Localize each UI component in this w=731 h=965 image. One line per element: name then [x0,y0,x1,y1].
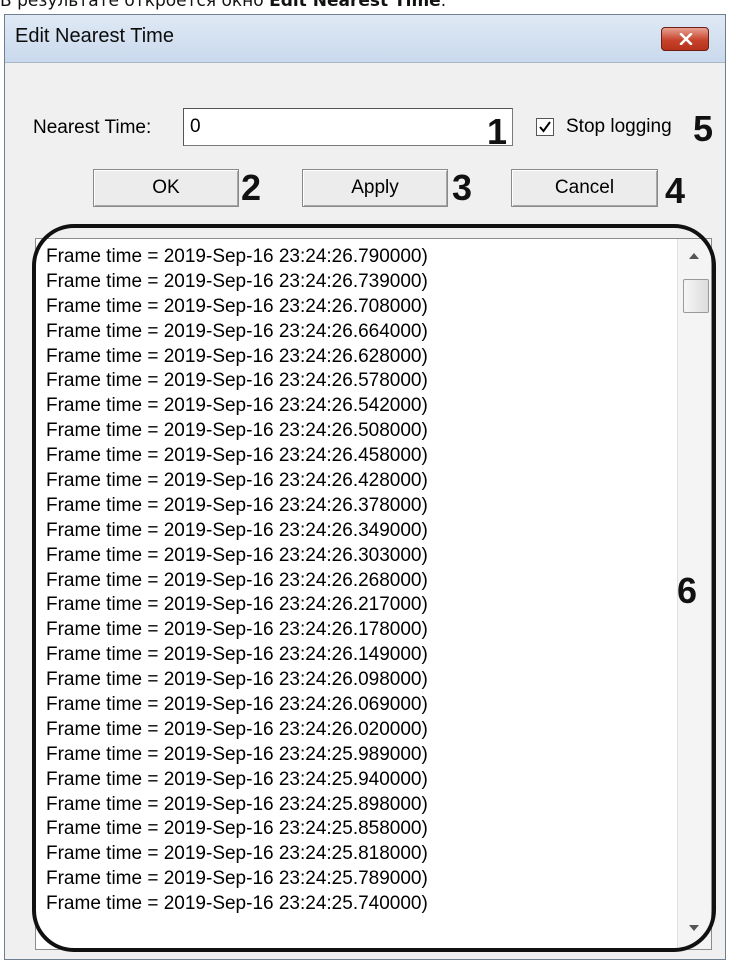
frame-time-log[interactable]: Frame time = 2019-Sep-16 23:24:26.790000… [35,238,712,950]
log-line: Frame time = 2019-Sep-16 23:24:26.708000… [46,295,428,317]
log-line: Frame time = 2019-Sep-16 23:24:26.664000… [46,320,428,342]
document-caption: В результате откроется окно Edit Nearest… [0,0,731,11]
caption-suffix: . [440,0,447,11]
log-line: Frame time = 2019-Sep-16 23:24:25.789000… [46,868,428,890]
log-line: Frame time = 2019-Sep-16 23:24:26.303000… [46,544,428,566]
scrollbar-thumb[interactable] [683,279,709,313]
log-line: Frame time = 2019-Sep-16 23:24:26.578000… [46,370,428,392]
callout-1: 1 [487,111,508,152]
callout-5: 5 [693,108,714,149]
nearest-time-label: Nearest Time: [33,117,152,138]
log-line: Frame time = 2019-Sep-16 23:24:26.069000… [46,694,428,716]
callout-4: 4 [665,170,686,211]
callout-3: 3 [452,167,473,208]
apply-button[interactable]: Apply [302,169,448,207]
close-button[interactable] [661,27,709,51]
log-line: Frame time = 2019-Sep-16 23:24:26.149000… [46,644,428,666]
log-line: Frame time = 2019-Sep-16 23:24:26.428000… [46,470,428,492]
log-line: Frame time = 2019-Sep-16 23:24:25.989000… [46,743,428,765]
log-line: Frame time = 2019-Sep-16 23:24:26.268000… [46,569,428,591]
caption-window-name: Edit Nearest Time [269,0,441,11]
log-line: Frame time = 2019-Sep-16 23:24:25.740000… [46,893,428,915]
log-line: Frame time = 2019-Sep-16 23:24:26.378000… [46,494,428,516]
log-line: Frame time = 2019-Sep-16 23:24:25.940000… [46,768,428,790]
window-title: Edit Nearest Time [15,25,174,47]
stop-logging-checkbox[interactable] [536,118,554,136]
close-icon [679,33,693,45]
log-line: Frame time = 2019-Sep-16 23:24:25.858000… [46,818,428,840]
nearest-time-input[interactable] [183,108,513,146]
callout-6: 6 [677,570,698,611]
caption-prefix: В результате откроется окно [0,0,270,11]
scroll-up-arrow-icon[interactable] [689,253,699,259]
log-line: Frame time = 2019-Sep-16 23:24:26.178000… [46,619,428,641]
stop-logging-label: Stop logging [566,116,672,137]
checkmark-icon [539,121,551,133]
log-line: Frame time = 2019-Sep-16 23:24:26.508000… [46,420,428,442]
title-bar: Edit Nearest Time [5,15,725,63]
log-line: Frame time = 2019-Sep-16 23:24:26.349000… [46,519,428,541]
log-line: Frame time = 2019-Sep-16 23:24:26.739000… [46,270,428,292]
ok-button[interactable]: OK [93,169,239,207]
log-line: Frame time = 2019-Sep-16 23:24:26.790000… [46,246,428,267]
callout-2: 2 [241,167,262,208]
log-line: Frame time = 2019-Sep-16 23:24:26.217000… [46,594,428,616]
log-line: Frame time = 2019-Sep-16 23:24:26.458000… [46,445,428,467]
cancel-button[interactable]: Cancel [511,169,658,207]
log-line: Frame time = 2019-Sep-16 23:24:26.628000… [46,345,428,367]
log-list: Frame time = 2019-Sep-16 23:24:26.790000… [46,245,428,917]
log-line: Frame time = 2019-Sep-16 23:24:25.818000… [46,843,428,865]
log-line: Frame time = 2019-Sep-16 23:24:26.098000… [46,669,428,691]
log-line: Frame time = 2019-Sep-16 23:24:25.898000… [46,793,428,815]
log-line: Frame time = 2019-Sep-16 23:24:26.542000… [46,395,428,417]
log-line: Frame time = 2019-Sep-16 23:24:26.020000… [46,718,428,740]
scroll-down-arrow-icon[interactable] [689,925,699,931]
